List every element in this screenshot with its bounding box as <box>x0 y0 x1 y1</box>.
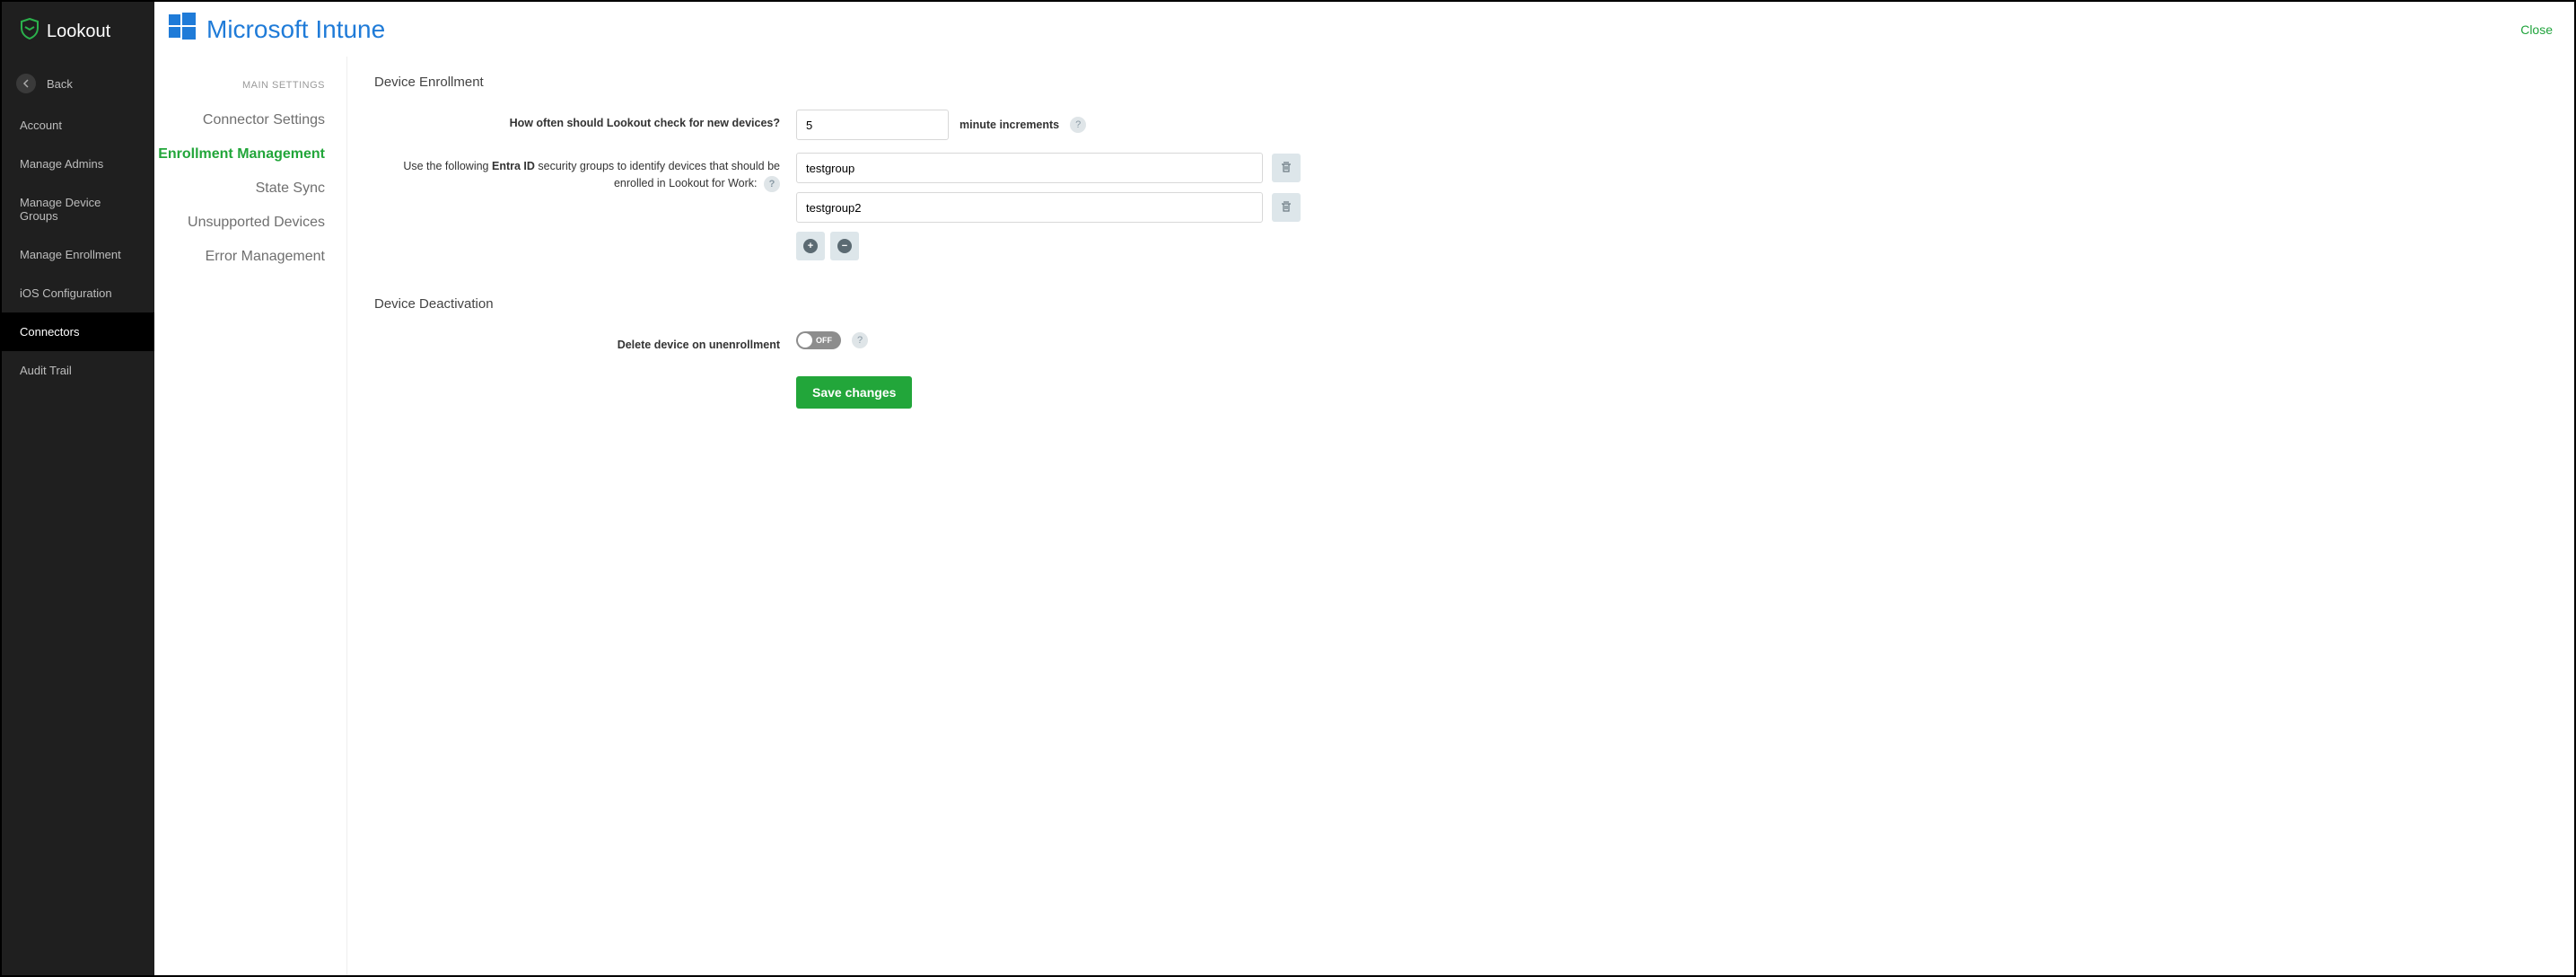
section-title-deactivation: Device Deactivation <box>374 296 2547 312</box>
settings-item-label: Error Management <box>206 249 325 264</box>
delete-on-unenroll-row: Delete device on unenrollment OFF ? Save… <box>374 331 2547 409</box>
help-icon[interactable]: ? <box>1070 117 1086 133</box>
plus-icon: + <box>803 239 818 253</box>
back-label: Back <box>47 77 73 91</box>
windows-logo-icon <box>167 11 197 48</box>
help-icon[interactable]: ? <box>764 176 780 192</box>
groups-label-post: security groups to identify devices that… <box>535 160 780 189</box>
sidebar-item-audit-trail[interactable]: Audit Trail <box>2 351 154 390</box>
settings-item-enrollment-management[interactable]: Enrollment Management <box>154 137 346 172</box>
settings-item-label: Enrollment Management <box>158 146 325 162</box>
app-brand: Lookout <box>2 2 154 61</box>
back-button[interactable]: Back <box>2 61 154 106</box>
check-frequency-input[interactable] <box>796 110 949 140</box>
sidebar-item-label: Connectors <box>20 325 79 339</box>
settings-item-connector-settings[interactable]: Connector Settings <box>154 103 346 137</box>
integration-name: Microsoft Intune <box>206 15 385 44</box>
security-group-row <box>796 192 2547 223</box>
enrollment-panel: Device Enrollment How often should Looko… <box>347 57 2574 975</box>
sidebar-item-manage-admins[interactable]: Manage Admins <box>2 145 154 183</box>
integration-brand: Microsoft Intune <box>167 11 385 48</box>
delete-group-button[interactable] <box>1272 193 1301 222</box>
check-frequency-unit: minute increments <box>959 119 1059 131</box>
security-groups-row: Use the following Entra ID security grou… <box>374 153 2547 260</box>
sidebar-item-label: Manage Device Groups <box>20 196 101 223</box>
settings-item-label: Unsupported Devices <box>188 215 325 230</box>
sidebar-item-label: iOS Configuration <box>20 286 112 300</box>
delete-on-unenroll-label: Delete device on unenrollment <box>374 331 796 354</box>
groups-label-pre: Use the following <box>403 160 492 172</box>
security-group-input[interactable] <box>796 192 1263 223</box>
brand-name: Lookout <box>47 22 110 42</box>
security-group-row <box>796 153 2547 183</box>
delete-group-button[interactable] <box>1272 154 1301 182</box>
check-frequency-label: How often should Lookout check for new d… <box>374 110 796 132</box>
sidebar-item-label: Manage Admins <box>20 157 103 171</box>
close-button[interactable]: Close <box>2520 22 2553 37</box>
save-button[interactable]: Save changes <box>796 376 912 409</box>
minus-icon: − <box>837 239 852 253</box>
main-area: Microsoft Intune Close MAIN SETTINGS Con… <box>154 2 2574 975</box>
section-title-enrollment: Device Enrollment <box>374 75 2547 90</box>
remove-group-button[interactable]: − <box>830 232 859 260</box>
trash-icon <box>1280 200 1292 216</box>
settings-item-state-sync[interactable]: State Sync <box>154 172 346 206</box>
settings-nav-header: MAIN SETTINGS <box>154 75 346 103</box>
help-icon[interactable]: ? <box>852 332 868 348</box>
settings-item-label: Connector Settings <box>203 112 325 128</box>
sidebar-item-account[interactable]: Account <box>2 106 154 145</box>
trash-icon <box>1280 161 1292 176</box>
chevron-left-icon <box>16 74 36 93</box>
sidebar-item-manage-device-groups[interactable]: Manage Device Groups <box>2 183 154 235</box>
check-frequency-row: How often should Lookout check for new d… <box>374 110 2547 140</box>
security-groups-label: Use the following Entra ID security grou… <box>374 153 796 192</box>
lookout-shield-icon <box>20 18 39 45</box>
delete-on-unenroll-toggle[interactable]: OFF <box>796 331 841 349</box>
toggle-state-label: OFF <box>816 336 832 345</box>
sidebar-item-manage-enrollment[interactable]: Manage Enrollment <box>2 235 154 274</box>
sidebar-item-label: Audit Trail <box>20 364 72 377</box>
add-group-button[interactable]: + <box>796 232 825 260</box>
app-sidebar: Lookout Back Account Manage Admins Manag… <box>2 2 154 975</box>
settings-item-label: State Sync <box>256 180 325 196</box>
topbar: Microsoft Intune Close <box>154 2 2574 57</box>
sidebar-item-label: Account <box>20 119 62 132</box>
settings-item-unsupported-devices[interactable]: Unsupported Devices <box>154 206 346 240</box>
sidebar-item-connectors[interactable]: Connectors <box>2 312 154 351</box>
settings-item-error-management[interactable]: Error Management <box>154 240 346 274</box>
settings-nav: MAIN SETTINGS Connector Settings Enrollm… <box>154 57 347 975</box>
security-group-input[interactable] <box>796 153 1263 183</box>
content-row: MAIN SETTINGS Connector Settings Enrollm… <box>154 57 2574 975</box>
groups-label-bold: Entra ID <box>492 160 535 172</box>
sidebar-item-label: Manage Enrollment <box>20 248 121 261</box>
sidebar-item-ios-configuration[interactable]: iOS Configuration <box>2 274 154 312</box>
